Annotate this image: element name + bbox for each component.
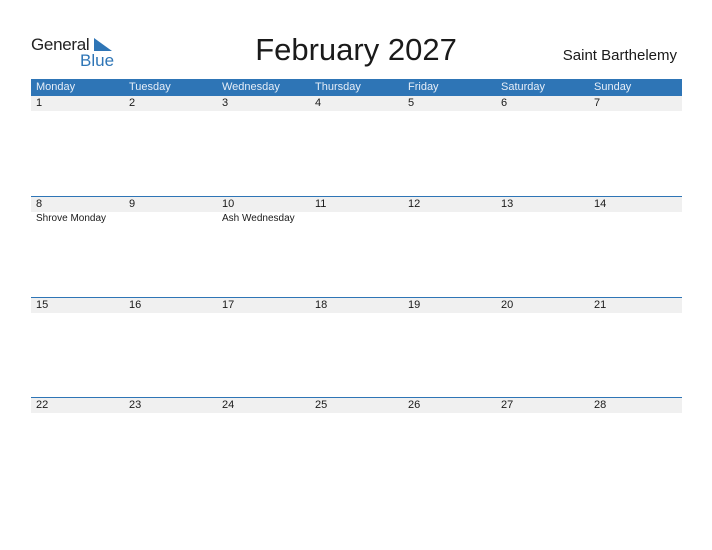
day-number: 18 <box>315 299 328 311</box>
day-number: 21 <box>594 299 607 311</box>
weekday-saturday: Saturday <box>501 81 546 93</box>
week-row: 22 23 24 25 26 27 28 <box>31 397 682 458</box>
weekday-monday: Monday <box>36 81 76 93</box>
day-number: 12 <box>408 198 421 210</box>
day-number: 17 <box>222 299 235 311</box>
weekday-tuesday: Tuesday <box>129 81 171 93</box>
day-number: 10 <box>222 198 235 210</box>
day-number: 3 <box>222 97 229 109</box>
weekday-wednesday: Wednesday <box>222 81 280 93</box>
day-number: 15 <box>36 299 49 311</box>
day-number: 5 <box>408 97 415 109</box>
day-event: Shrove Monday <box>36 213 107 224</box>
day-number: 28 <box>594 399 607 411</box>
day-number: 7 <box>594 97 601 109</box>
weekday-sunday: Sunday <box>594 81 632 93</box>
day-number: 23 <box>129 399 142 411</box>
day-number: 13 <box>501 198 514 210</box>
calendar-grid: Monday Tuesday Wednesday Thursday Friday… <box>31 79 682 458</box>
day-number: 20 <box>501 299 514 311</box>
day-event: Ash Wednesday <box>222 213 295 224</box>
day-number: 1 <box>36 97 43 109</box>
day-number-strip: 8 9 10 11 12 13 14 <box>31 197 682 212</box>
day-event <box>496 212 589 225</box>
day-number: 24 <box>222 399 235 411</box>
region-name: Saint Barthelemy <box>562 47 677 64</box>
weekday-friday: Friday <box>408 81 439 93</box>
weekday-header: Monday Tuesday Wednesday Thursday Friday… <box>31 79 682 96</box>
day-event <box>310 212 403 225</box>
day-number: 27 <box>501 399 514 411</box>
week-row: 1 2 3 4 5 6 7 <box>31 96 682 196</box>
day-number-strip: 22 23 24 25 26 27 28 <box>31 398 682 413</box>
day-number: 26 <box>408 399 421 411</box>
day-number: 14 <box>594 198 607 210</box>
day-number: 16 <box>129 299 142 311</box>
day-event <box>403 212 496 225</box>
day-number: 8 <box>36 198 43 210</box>
day-number-strip: 1 2 3 4 5 6 7 <box>31 96 682 111</box>
day-number: 22 <box>36 399 49 411</box>
day-number: 2 <box>129 97 136 109</box>
day-number: 4 <box>315 97 322 109</box>
day-event <box>589 212 682 225</box>
day-number-strip: 15 16 17 18 19 20 21 <box>31 298 682 313</box>
week-row: 15 16 17 18 19 20 21 <box>31 297 682 397</box>
day-number: 9 <box>129 198 136 210</box>
day-number: 25 <box>315 399 328 411</box>
events-row: Shrove Monday Ash Wednesday <box>31 212 682 225</box>
day-event <box>124 212 217 225</box>
day-number: 11 <box>315 198 327 210</box>
weekday-thursday: Thursday <box>315 81 361 93</box>
day-number: 6 <box>501 97 508 109</box>
day-number: 19 <box>408 299 421 311</box>
week-row: 8 9 10 11 12 13 14 Shrove Monday Ash Wednesday <box>31 196 682 297</box>
